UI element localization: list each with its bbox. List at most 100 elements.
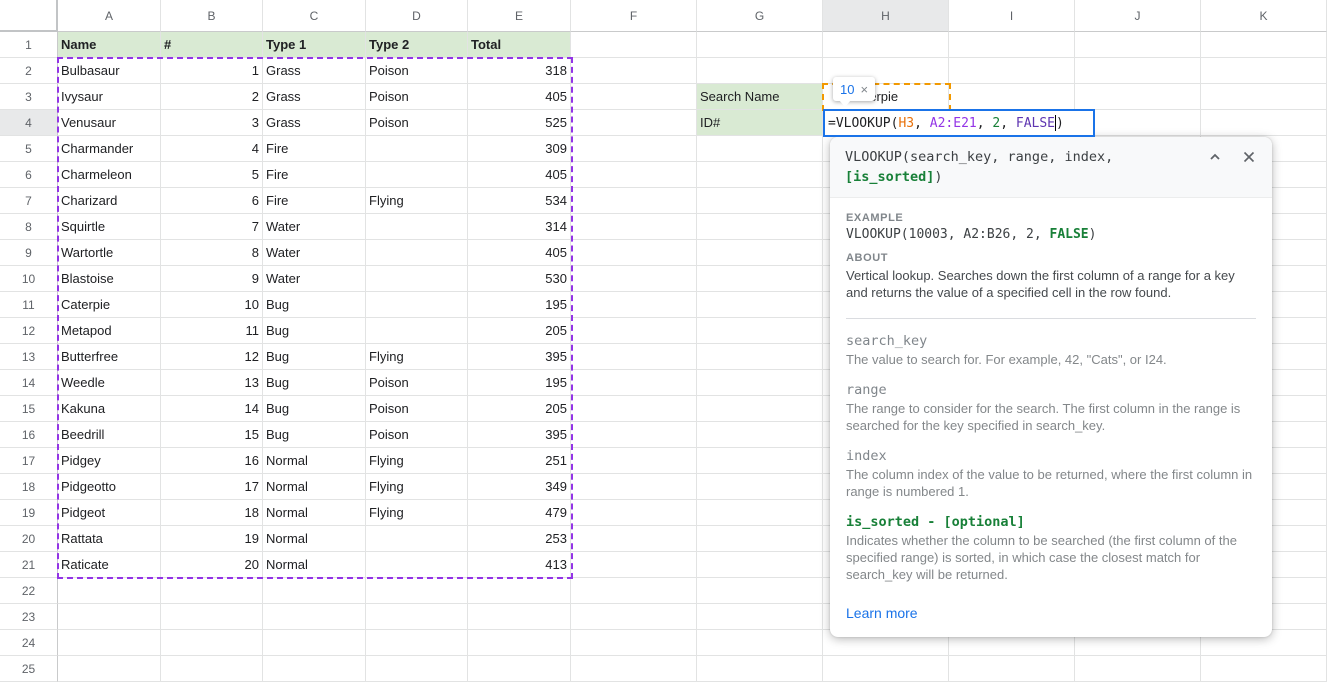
row-header-6[interactable]: 6 xyxy=(0,162,58,188)
cell-C6[interactable]: Fire xyxy=(263,162,366,188)
cell-E10[interactable]: 530 xyxy=(468,266,571,292)
cell-B23[interactable] xyxy=(161,604,263,630)
cell-A13[interactable]: Butterfree xyxy=(58,344,161,370)
cell-F20[interactable] xyxy=(571,526,697,552)
cell-J1[interactable] xyxy=(1075,32,1201,58)
cell-I25[interactable] xyxy=(949,656,1075,682)
column-header-E[interactable]: E xyxy=(468,0,571,32)
cell-F23[interactable] xyxy=(571,604,697,630)
cell-E8[interactable]: 314 xyxy=(468,214,571,240)
cell-D22[interactable] xyxy=(366,578,468,604)
cell-C1[interactable]: Type 1 xyxy=(263,32,366,58)
cell-G9[interactable] xyxy=(697,240,823,266)
column-header-H[interactable]: H xyxy=(823,0,949,32)
cell-D1[interactable]: Type 2 xyxy=(366,32,468,58)
cell-A18[interactable]: Pidgeotto xyxy=(58,474,161,500)
cell-F10[interactable] xyxy=(571,266,697,292)
cell-A15[interactable]: Kakuna xyxy=(58,396,161,422)
cell-G4[interactable]: ID# xyxy=(697,110,823,136)
select-all-corner[interactable] xyxy=(0,0,58,32)
cell-D8[interactable] xyxy=(366,214,468,240)
cell-B5[interactable]: 4 xyxy=(161,136,263,162)
cell-E9[interactable]: 405 xyxy=(468,240,571,266)
cell-G1[interactable] xyxy=(697,32,823,58)
cell-F5[interactable] xyxy=(571,136,697,162)
cell-C4[interactable]: Grass xyxy=(263,110,366,136)
cell-F19[interactable] xyxy=(571,500,697,526)
cell-G3[interactable]: Search Name xyxy=(697,84,823,110)
cell-D18[interactable]: Flying xyxy=(366,474,468,500)
column-header-K[interactable]: K xyxy=(1201,0,1327,32)
cell-D11[interactable] xyxy=(366,292,468,318)
cell-C23[interactable] xyxy=(263,604,366,630)
column-header-C[interactable]: C xyxy=(263,0,366,32)
cell-K1[interactable] xyxy=(1201,32,1327,58)
row-header-13[interactable]: 13 xyxy=(0,344,58,370)
row-header-4[interactable]: 4 xyxy=(0,110,58,136)
cell-A17[interactable]: Pidgey xyxy=(58,448,161,474)
cell-F4[interactable] xyxy=(571,110,697,136)
cell-D9[interactable] xyxy=(366,240,468,266)
cell-A16[interactable]: Beedrill xyxy=(58,422,161,448)
column-header-A[interactable]: A xyxy=(58,0,161,32)
cell-B6[interactable]: 5 xyxy=(161,162,263,188)
cell-A11[interactable]: Caterpie xyxy=(58,292,161,318)
cell-D12[interactable] xyxy=(366,318,468,344)
cell-E11[interactable]: 195 xyxy=(468,292,571,318)
cell-B20[interactable]: 19 xyxy=(161,526,263,552)
cell-A1[interactable]: Name xyxy=(58,32,161,58)
cell-B12[interactable]: 11 xyxy=(161,318,263,344)
cell-E18[interactable]: 349 xyxy=(468,474,571,500)
cell-C10[interactable]: Water xyxy=(263,266,366,292)
cell-A19[interactable]: Pidgeot xyxy=(58,500,161,526)
cell-H1[interactable] xyxy=(823,32,949,58)
cell-A4[interactable]: Venusaur xyxy=(58,110,161,136)
cell-B10[interactable]: 9 xyxy=(161,266,263,292)
cell-K4[interactable] xyxy=(1201,110,1327,136)
cell-A3[interactable]: Ivysaur xyxy=(58,84,161,110)
cell-D13[interactable]: Flying xyxy=(366,344,468,370)
cell-E15[interactable]: 205 xyxy=(468,396,571,422)
cell-D23[interactable] xyxy=(366,604,468,630)
cell-F13[interactable] xyxy=(571,344,697,370)
learn-more-link[interactable]: Learn more xyxy=(846,605,918,621)
cell-E5[interactable]: 309 xyxy=(468,136,571,162)
cell-B19[interactable]: 18 xyxy=(161,500,263,526)
cell-E2[interactable]: 318 xyxy=(468,58,571,84)
close-icon[interactable] xyxy=(1242,150,1256,164)
cell-B11[interactable]: 10 xyxy=(161,292,263,318)
cell-I3[interactable] xyxy=(949,84,1075,110)
cell-C25[interactable] xyxy=(263,656,366,682)
cell-D5[interactable] xyxy=(366,136,468,162)
cell-G22[interactable] xyxy=(697,578,823,604)
cell-G17[interactable] xyxy=(697,448,823,474)
column-header-J[interactable]: J xyxy=(1075,0,1201,32)
cell-B4[interactable]: 3 xyxy=(161,110,263,136)
cell-A9[interactable]: Wartortle xyxy=(58,240,161,266)
cell-D17[interactable]: Flying xyxy=(366,448,468,474)
cell-C2[interactable]: Grass xyxy=(263,58,366,84)
column-header-D[interactable]: D xyxy=(366,0,468,32)
cell-D2[interactable]: Poison xyxy=(366,58,468,84)
cell-F6[interactable] xyxy=(571,162,697,188)
row-header-10[interactable]: 10 xyxy=(0,266,58,292)
cell-C5[interactable]: Fire xyxy=(263,136,366,162)
cell-G16[interactable] xyxy=(697,422,823,448)
cell-F25[interactable] xyxy=(571,656,697,682)
cell-A7[interactable]: Charizard xyxy=(58,188,161,214)
column-header-I[interactable]: I xyxy=(949,0,1075,32)
row-header-2[interactable]: 2 xyxy=(0,58,58,84)
cell-D21[interactable] xyxy=(366,552,468,578)
cell-B14[interactable]: 13 xyxy=(161,370,263,396)
cell-D20[interactable] xyxy=(366,526,468,552)
row-header-5[interactable]: 5 xyxy=(0,136,58,162)
cell-A2[interactable]: Bulbasaur xyxy=(58,58,161,84)
cell-B13[interactable]: 12 xyxy=(161,344,263,370)
cell-F14[interactable] xyxy=(571,370,697,396)
row-header-11[interactable]: 11 xyxy=(0,292,58,318)
row-header-24[interactable]: 24 xyxy=(0,630,58,656)
cell-B7[interactable]: 6 xyxy=(161,188,263,214)
cell-C9[interactable]: Water xyxy=(263,240,366,266)
cell-F3[interactable] xyxy=(571,84,697,110)
cell-C24[interactable] xyxy=(263,630,366,656)
